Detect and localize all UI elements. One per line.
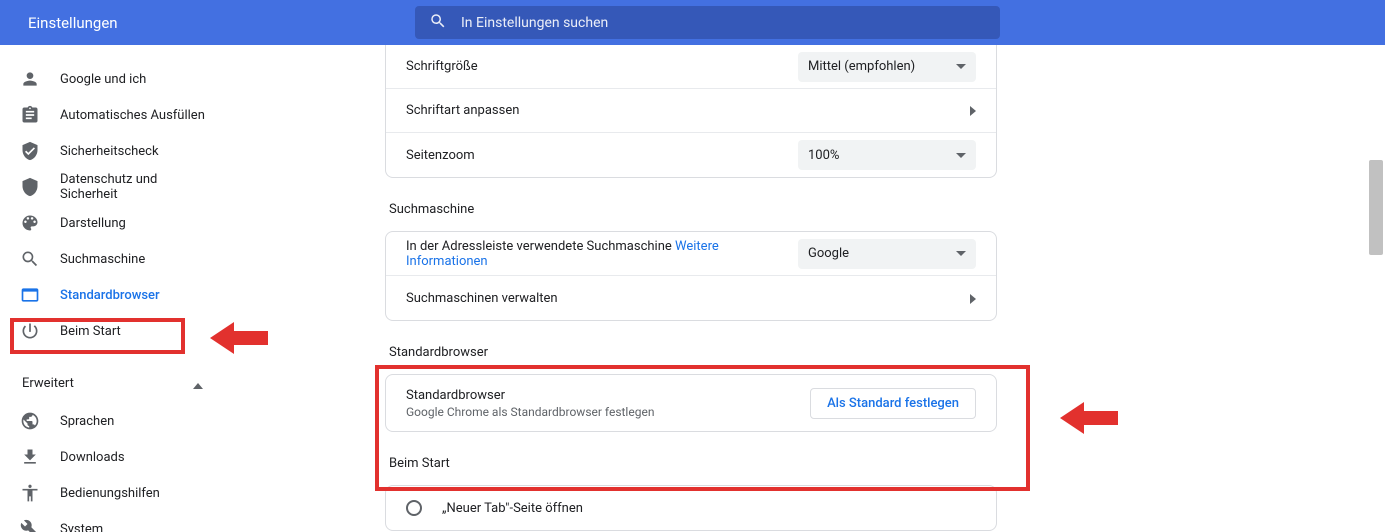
chevron-right-icon	[970, 289, 976, 308]
scrollbar-thumb[interactable]	[1369, 160, 1383, 255]
font-size-label: Schriftgröße	[406, 59, 798, 74]
accessibility-icon	[20, 483, 40, 503]
startup-option-label: „Neuer Tab"-Seite öffnen	[442, 501, 976, 516]
zoom-label: Seitenzoom	[406, 148, 798, 163]
chevron-down-icon	[956, 64, 966, 69]
default-browser-card: Standardbrowser Google Chrome als Standa…	[385, 374, 997, 432]
sidebar-item-safety[interactable]: Sicherheitscheck	[0, 133, 225, 169]
font-customize-row[interactable]: Schriftart anpassen	[386, 89, 996, 133]
sidebar-item-label: Automatisches Ausfüllen	[60, 108, 205, 123]
chevron-down-icon	[956, 153, 966, 158]
make-default-button[interactable]: Als Standard festlegen	[810, 388, 976, 419]
font-size-row: Schriftgröße Mittel (empfohlen)	[386, 45, 996, 89]
default-browser-label: Standardbrowser	[406, 388, 810, 403]
sidebar-advanced-toggle[interactable]: Erweitert	[0, 363, 225, 403]
sidebar-item-system[interactable]: System	[0, 511, 225, 532]
person-icon	[20, 69, 40, 89]
download-icon	[20, 447, 40, 467]
sidebar-item-label: Bedienungshilfen	[60, 486, 160, 501]
content-area: Schriftgröße Mittel (empfohlen) Schrifta…	[265, 45, 1385, 532]
default-browser-row: Standardbrowser Google Chrome als Standa…	[386, 375, 996, 431]
shield-check-icon	[20, 141, 40, 161]
search-card: In der Adressleiste verwendete Suchmasch…	[385, 231, 997, 321]
sidebar-item-label: Darstellung	[60, 216, 126, 231]
palette-icon	[20, 213, 40, 233]
clipboard-icon	[20, 105, 40, 125]
sidebar-item-label: Google und ich	[60, 72, 146, 87]
power-icon	[20, 321, 40, 341]
search-icon	[429, 12, 447, 34]
sidebar-item-label: Downloads	[60, 450, 125, 465]
sidebar-item-appearance[interactable]: Darstellung	[0, 205, 225, 241]
sidebar-item-google[interactable]: Google und ich	[0, 61, 225, 97]
search-engine-row: In der Adressleiste verwendete Suchmasch…	[386, 232, 996, 276]
sidebar-item-autofill[interactable]: Automatisches Ausfüllen	[0, 97, 225, 133]
search-input[interactable]	[461, 15, 986, 31]
sidebar-item-downloads[interactable]: Downloads	[0, 439, 225, 475]
zoom-select[interactable]: 100%	[798, 140, 976, 170]
shield-icon	[20, 177, 40, 197]
advanced-label: Erweitert	[22, 376, 193, 391]
zoom-row: Seitenzoom 100%	[386, 133, 996, 177]
search-box[interactable]	[415, 6, 1000, 39]
sidebar: Google und ich Automatisches Ausfüllen S…	[0, 45, 265, 532]
search-section-title: Suchmaschine	[389, 202, 997, 217]
chevron-up-icon	[193, 374, 203, 393]
header-bar: Einstellungen	[0, 0, 1385, 45]
manage-search-engines-row[interactable]: Suchmaschinen verwalten	[386, 276, 996, 320]
search-engine-value: Google	[808, 246, 849, 261]
startup-option-newtab[interactable]: „Neuer Tab"-Seite öffnen	[386, 486, 996, 530]
font-customize-label: Schriftart anpassen	[406, 103, 970, 118]
scrollbar[interactable]	[1369, 50, 1383, 525]
radio-icon	[406, 500, 422, 516]
sidebar-item-search[interactable]: Suchmaschine	[0, 241, 225, 277]
manage-search-engines-label: Suchmaschinen verwalten	[406, 291, 970, 306]
font-size-value: Mittel (empfohlen)	[808, 59, 915, 74]
search-engine-label: In der Adressleiste verwendete Suchmasch…	[406, 239, 798, 269]
sidebar-item-label: System	[60, 522, 103, 532]
sidebar-item-default-browser[interactable]: Standardbrowser	[0, 277, 225, 313]
chevron-down-icon	[956, 251, 966, 256]
default-browser-sub: Google Chrome als Standardbrowser festle…	[406, 405, 810, 419]
sidebar-item-label: Sicherheitscheck	[60, 144, 159, 159]
sidebar-item-label: Suchmaschine	[60, 252, 145, 267]
default-browser-section-title: Standardbrowser	[389, 345, 997, 360]
search-engine-select[interactable]: Google	[798, 239, 976, 269]
sidebar-item-label: Sprachen	[60, 414, 114, 429]
zoom-value: 100%	[808, 148, 839, 163]
annotation-arrow-panel	[1060, 400, 1118, 436]
globe-icon	[20, 411, 40, 431]
search-icon	[20, 249, 40, 269]
font-size-select[interactable]: Mittel (empfohlen)	[798, 52, 976, 82]
sidebar-item-privacy[interactable]: Datenschutz und Sicherheit	[0, 169, 225, 205]
sidebar-item-label: Beim Start	[60, 324, 121, 339]
sidebar-item-label: Datenschutz und Sicherheit	[60, 172, 205, 202]
page-title: Einstellungen	[28, 14, 118, 32]
sidebar-item-startup[interactable]: Beim Start	[0, 313, 225, 349]
chevron-right-icon	[970, 101, 976, 120]
annotation-arrow-nav	[210, 320, 268, 356]
sidebar-item-languages[interactable]: Sprachen	[0, 403, 225, 439]
startup-section-title: Beim Start	[389, 456, 997, 471]
startup-card: „Neuer Tab"-Seite öffnen	[385, 485, 997, 531]
sidebar-item-accessibility[interactable]: Bedienungshilfen	[0, 475, 225, 511]
wrench-icon	[20, 519, 40, 532]
sidebar-item-label: Standardbrowser	[60, 288, 160, 303]
appearance-card: Schriftgröße Mittel (empfohlen) Schrifta…	[385, 45, 997, 178]
browser-icon	[20, 285, 40, 305]
